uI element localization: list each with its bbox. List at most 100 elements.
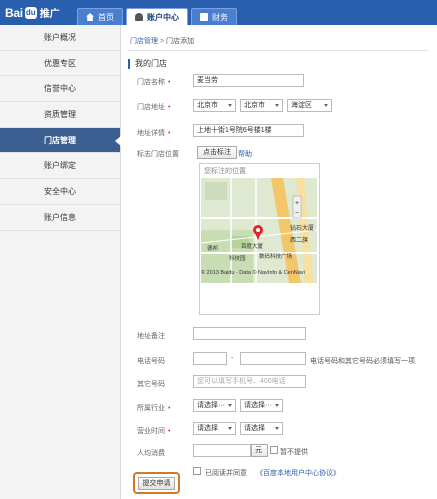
map-copyright: © 2013 Baidu - Data © NavInfo & CenNavi: [201, 270, 305, 276]
sidebar-item-qualification[interactable]: 资质管理: [0, 102, 120, 128]
store-address-label: 门店地址 •: [137, 102, 170, 112]
zoom-out-icon: −: [295, 210, 299, 217]
logo-mark: du: [24, 6, 37, 19]
industry-select-2[interactable]: 请选择···: [240, 399, 283, 412]
address-detail-label: 地址详情 •: [137, 128, 170, 138]
home-icon: [86, 13, 94, 21]
not-provided-label: 暂不提供: [280, 449, 308, 456]
section-title: 我的门店: [128, 59, 167, 69]
other-number-label: 其它号码: [137, 381, 165, 388]
address-detail-input[interactable]: 上地十街1号院6号楼1楼: [193, 124, 304, 137]
store-name-input[interactable]: 麦当劳: [193, 74, 304, 87]
phone-dash: -: [231, 355, 234, 362]
tab-label: 财务: [212, 12, 228, 22]
money-icon: [200, 13, 208, 21]
required-mark: •: [168, 130, 171, 137]
label-text: 门店名称: [137, 79, 165, 86]
map-label: 科技园: [229, 254, 246, 262]
top-header: Bai du 推广 首页 账户中心 财务: [0, 0, 437, 25]
required-mark: •: [168, 428, 171, 435]
hours-value: 请选择: [197, 425, 218, 432]
sidebar-item-credit[interactable]: 信誉中心: [0, 76, 120, 103]
sidebar: 账户概况 优惠专区 信誉中心 资质管理 门店管理 账户绑定 安全中心 账户信息: [0, 25, 121, 499]
currency-unit: 元: [251, 444, 268, 457]
hours-close-select[interactable]: 请选择: [240, 422, 283, 435]
chevron-down-icon: [275, 104, 279, 107]
sidebar-item-account-info[interactable]: 账户信息: [0, 205, 120, 231]
address-note-input[interactable]: [193, 327, 306, 340]
map-label: 数码科技广场: [259, 252, 293, 260]
tab-label: 首页: [98, 12, 114, 22]
tab-finance[interactable]: 财务: [191, 8, 237, 25]
industry-label: 所属行业 •: [137, 403, 170, 413]
industry-select-1[interactable]: 请选择···: [193, 399, 236, 412]
chevron-down-icon: [275, 427, 279, 430]
chevron-down-icon: [228, 427, 232, 430]
map-label: 西二旗: [290, 236, 308, 244]
chevron-down-icon: [228, 404, 232, 407]
map-label: 钻石大厦: [290, 224, 314, 232]
phone-number-input[interactable]: [240, 352, 306, 365]
chevron-down-icon: [324, 104, 328, 107]
required-mark: •: [168, 79, 171, 86]
sidebar-item-promotions[interactable]: 优惠专区: [0, 51, 120, 77]
map-label: 德邦: [207, 244, 219, 252]
province-select[interactable]: 北京市: [193, 99, 236, 112]
logo-text: Bai: [5, 5, 23, 20]
breadcrumb-parent[interactable]: 门店管理: [130, 38, 158, 45]
required-mark: •: [168, 104, 171, 111]
agree-text: 已阅读并同意: [205, 470, 247, 477]
sidebar-item-security[interactable]: 安全中心: [0, 179, 120, 205]
label-text: 所属行业: [137, 405, 165, 412]
required-mark: •: [168, 405, 171, 412]
store-name-label: 门店名称 •: [137, 77, 170, 87]
hours-value: 请选择: [244, 425, 265, 432]
industry-value: 请选择···: [197, 402, 225, 409]
phone-note: 电话号码和其它号码必须填写一项: [310, 358, 415, 365]
mark-location-label: 标志门店位置: [137, 151, 179, 158]
help-link[interactable]: 帮助: [238, 149, 252, 159]
sidebar-item-account-binding[interactable]: 账户绑定: [0, 153, 120, 180]
main-tabs: 首页 账户中心 财务: [77, 8, 237, 25]
phone-area-code-input[interactable]: [193, 352, 227, 365]
main-content: 门店管理 > 门店添加 我的门店 门店名称 • 麦当劳 门店地址 • 北京市 北京市…: [122, 25, 435, 499]
tab-label: 账户中心: [147, 12, 179, 22]
logo-subtitle: 推广: [39, 9, 60, 20]
label-text: 门店地址: [137, 104, 165, 111]
location-map[interactable]: + − 钻石大厦 西二旗 德邦 科技园 百度大厦 数码科技广场: [201, 178, 317, 283]
other-number-input[interactable]: 您可以填写手机号、400电话: [193, 375, 306, 388]
sidebar-item-account-overview[interactable]: 账户概况: [0, 25, 120, 51]
district-value: 海淀区: [291, 102, 312, 109]
tab-account-center[interactable]: 账户中心: [126, 8, 188, 25]
map-canvas: + − 钻石大厦 西二旗 德邦 科技园 百度大厦 数码科技广场: [201, 178, 317, 283]
submit-highlight: 提交申请: [133, 472, 180, 494]
submit-button[interactable]: 提交申请: [138, 477, 175, 490]
city-value: 北京市: [244, 102, 265, 109]
breadcrumb-separator: >: [159, 38, 165, 45]
mark-location-button[interactable]: 点击标注: [197, 146, 237, 159]
sidebar-item-store-management[interactable]: 门店管理: [0, 127, 121, 154]
city-select[interactable]: 北京市: [240, 99, 283, 112]
tab-home[interactable]: 首页: [77, 8, 123, 25]
district-select[interactable]: 海淀区: [287, 99, 332, 112]
user-icon: [135, 13, 143, 21]
breadcrumb-current: 门店添加: [166, 38, 194, 45]
avg-spending-input[interactable]: [193, 444, 251, 457]
divider: [128, 50, 428, 51]
industry-value: 请选择···: [244, 402, 272, 409]
zoom-in-icon: +: [295, 200, 299, 207]
map-label: 百度大厦: [241, 242, 264, 250]
address-note-label: 地址备注: [137, 333, 165, 340]
agreement-link[interactable]: 《百度本地用户中心协议》: [256, 468, 340, 478]
breadcrumb: 门店管理 > 门店添加: [130, 36, 194, 46]
business-hours-label: 营业时间 •: [137, 426, 170, 436]
label-text: 地址详情: [137, 130, 165, 137]
agree-checkbox[interactable]: [193, 467, 201, 475]
baidu-logo[interactable]: Bai du 推广: [5, 5, 60, 21]
hours-open-select[interactable]: 请选择: [193, 422, 236, 435]
chevron-down-icon: [275, 404, 279, 407]
province-value: 北京市: [197, 102, 218, 109]
map-hint: 您标注的位置: [204, 168, 246, 175]
avg-spending-label: 人均消费: [137, 450, 165, 457]
not-provided-checkbox[interactable]: [270, 446, 278, 454]
